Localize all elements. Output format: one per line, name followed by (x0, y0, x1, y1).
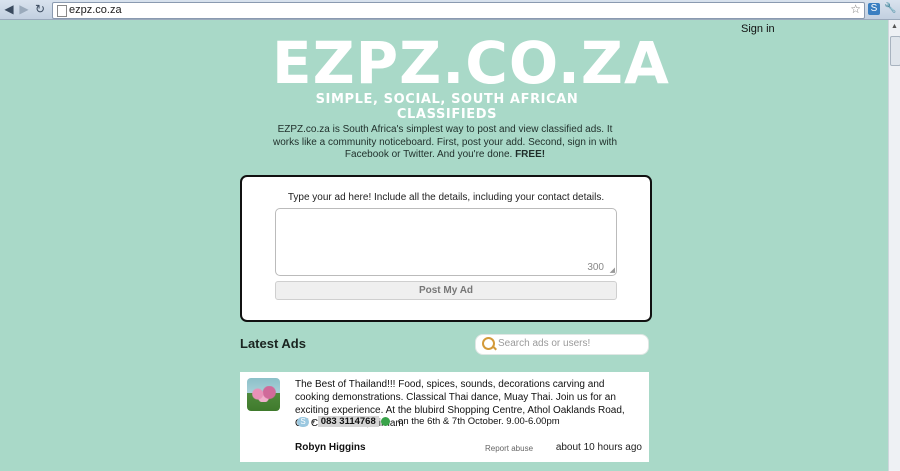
resize-grip-icon[interactable]: ◢ (610, 266, 615, 274)
ad-textarea[interactable]: 300 ◢ (275, 208, 617, 276)
address-bar[interactable]: ezpz.co.za ☆ (52, 2, 865, 19)
ad-card: The Best of Thailand!!! Food, spices, so… (240, 372, 649, 462)
scroll-up-icon[interactable]: ▲ (891, 23, 898, 30)
ad-author[interactable]: Robyn Higgins (295, 442, 366, 453)
ad-contact-row: S ▾ 083 3114768 on the 6th & 7th October… (297, 416, 560, 428)
browser-toolbar: ◀ ▶ ↻ ezpz.co.za ☆ S 🔧 (0, 0, 900, 20)
post-ad-form: Type your ad here! Include all the detai… (240, 175, 652, 322)
search-placeholder: Search ads or users! (498, 338, 591, 349)
chevron-down-icon[interactable]: ▾ (312, 418, 316, 426)
ad-thumbnail[interactable] (247, 378, 280, 411)
intro-body: EZPZ.co.za is South Africa's simplest wa… (272, 124, 618, 160)
extension-icon[interactable]: S (868, 3, 880, 15)
post-ad-button[interactable]: Post My Ad (275, 281, 617, 300)
search-icon (482, 337, 495, 350)
logo-tagline: SIMPLE, SOCIAL, SOUTH AFRICAN CLASSIFIED… (315, 92, 579, 122)
post-hint: Type your ad here! Include all the detai… (287, 192, 605, 203)
ad-timestamp: about 10 hours ago (555, 442, 642, 453)
wrench-icon[interactable]: 🔧 (884, 3, 896, 15)
search-input[interactable]: Search ads or users! (475, 334, 649, 355)
reload-icon[interactable]: ↻ (33, 2, 47, 17)
phone-call-icon[interactable] (381, 417, 391, 426)
char-counter: 300 (587, 262, 604, 273)
scrollbar[interactable]: ▲ (888, 20, 900, 471)
intro-free: FREE! (515, 149, 546, 160)
ad-phone[interactable]: 083 3114768 (317, 416, 379, 427)
page-icon (57, 5, 67, 17)
logo-title: EZPZ.CO.ZA (272, 29, 670, 97)
bookmark-star-icon[interactable]: ☆ (850, 2, 861, 16)
scrollbar-thumb[interactable] (890, 36, 900, 66)
back-arrow-icon[interactable]: ◀ (2, 2, 16, 17)
report-abuse-link[interactable]: Report abuse (485, 444, 533, 453)
forward-arrow-icon[interactable]: ▶ (17, 2, 31, 17)
sign-in-link[interactable]: Sign in (741, 23, 775, 35)
ad-dates: on the 6th & 7th October. 9.00-6.00pm (398, 416, 560, 427)
site-logo[interactable]: EZPZ.CO.ZA SIMPLE, SOCIAL, SOUTH AFRICAN… (272, 29, 670, 122)
intro-text: EZPZ.co.za is South Africa's simplest wa… (265, 124, 625, 162)
skype-icon[interactable]: S (297, 416, 309, 427)
url-text[interactable]: ezpz.co.za (69, 4, 122, 16)
latest-ads-heading: Latest Ads (240, 336, 306, 351)
